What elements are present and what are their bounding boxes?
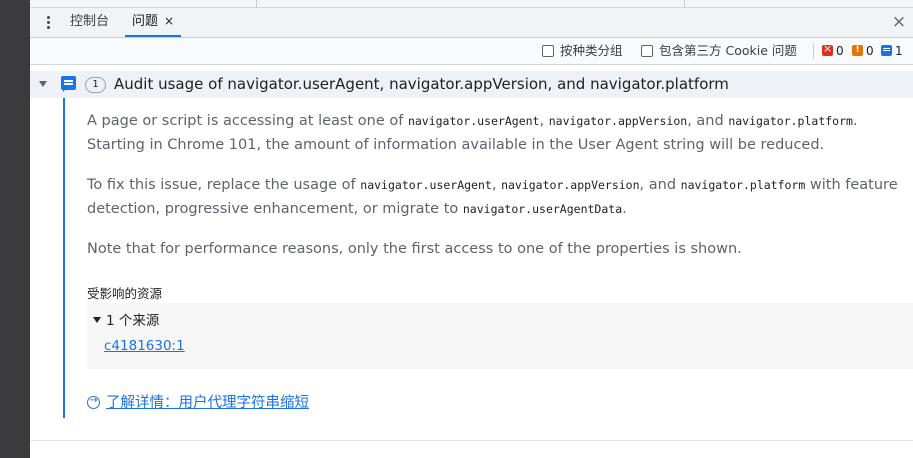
tab-issues-label: 问题 (132, 14, 159, 29)
issue-fix-description: To fix this issue, replace the usage of … (87, 177, 898, 217)
expand-triangle-icon[interactable] (39, 81, 47, 87)
issue-details: A page or script is accessing at least o… (63, 98, 913, 418)
sources-count-label: 1 个来源 (106, 313, 160, 329)
issue-message-icon (61, 76, 76, 92)
group-by-kind-label: 按种类分组 (560, 43, 623, 58)
code-snippet: navigator.userAgent (407, 114, 540, 128)
collapse-triangle-icon (93, 317, 101, 323)
learn-more-link[interactable]: 了解详情：用户代理字符串缩短 (87, 391, 309, 412)
source-link[interactable]: c4181630:1 (104, 338, 185, 354)
kebab-menu-icon[interactable] (41, 14, 55, 32)
top-divider (256, 0, 257, 7)
code-snippet: navigator.appVersion (548, 114, 688, 128)
code-snippet: navigator.userAgent (360, 178, 492, 192)
warning-count-value: 0 (866, 44, 874, 58)
info-count-value: 1 (895, 44, 903, 58)
clipped-toolbar-fragment (705, 0, 749, 3)
include-third-party-checkbox[interactable]: 包含第三方 Cookie 问题 (641, 44, 797, 60)
issues-toolbar: 按种类分组 包含第三方 Cookie 问题 0 0 1 (30, 38, 913, 65)
warning-icon (852, 43, 863, 57)
issue-note: Note that for performance reasons, only … (87, 241, 742, 257)
arrow-circle-icon (87, 393, 100, 409)
code-snippet: navigator.appVersion (501, 178, 640, 192)
affected-resources-heading: 受影响的资源 (87, 286, 163, 301)
sources-toggle[interactable]: 1 个来源 (93, 309, 159, 329)
code-snippet: navigator.userAgentData (462, 202, 623, 216)
tab-issues[interactable]: 问题 × (125, 8, 182, 37)
code-snippet: navigator.platform (728, 114, 853, 128)
issue-count-badge: 1 (85, 77, 106, 93)
error-count-value: 0 (836, 44, 844, 58)
top-divider (684, 0, 685, 7)
code-snippet: navigator.platform (680, 178, 806, 192)
issue-description: A page or script is accessing at least o… (87, 113, 858, 153)
top-panel-edge (30, 0, 913, 8)
learn-more-label: 了解详情：用户代理字符串缩短 (106, 395, 309, 411)
tab-console[interactable]: 控制台 (70, 8, 109, 37)
drawer-tab-bar: 控制台 问题 × × (30, 8, 913, 38)
info-icon (881, 45, 892, 56)
issue-title: Audit usage of navigator.userAgent, navi… (114, 75, 729, 93)
left-side-panel (0, 0, 30, 458)
include-third-party-label: 包含第三方 Cookie 问题 (659, 43, 797, 58)
error-count[interactable]: 0 (822, 42, 844, 59)
toolbar-divider (813, 43, 814, 59)
issue-header[interactable]: 1 Audit usage of navigator.userAgent, na… (30, 71, 913, 98)
tab-close-icon[interactable]: × (164, 14, 174, 28)
checkbox-box[interactable] (542, 45, 554, 57)
checkbox-box[interactable] (641, 45, 653, 57)
group-by-kind-checkbox[interactable]: 按种类分组 (542, 44, 623, 60)
info-count[interactable]: 1 (881, 43, 903, 59)
close-drawer-icon[interactable]: × (890, 12, 908, 32)
issue-separator (30, 440, 913, 441)
error-icon (822, 42, 833, 56)
warning-count[interactable]: 0 (852, 43, 874, 59)
affected-sources-box: 1 个来源 c4181630:1 (87, 303, 913, 369)
